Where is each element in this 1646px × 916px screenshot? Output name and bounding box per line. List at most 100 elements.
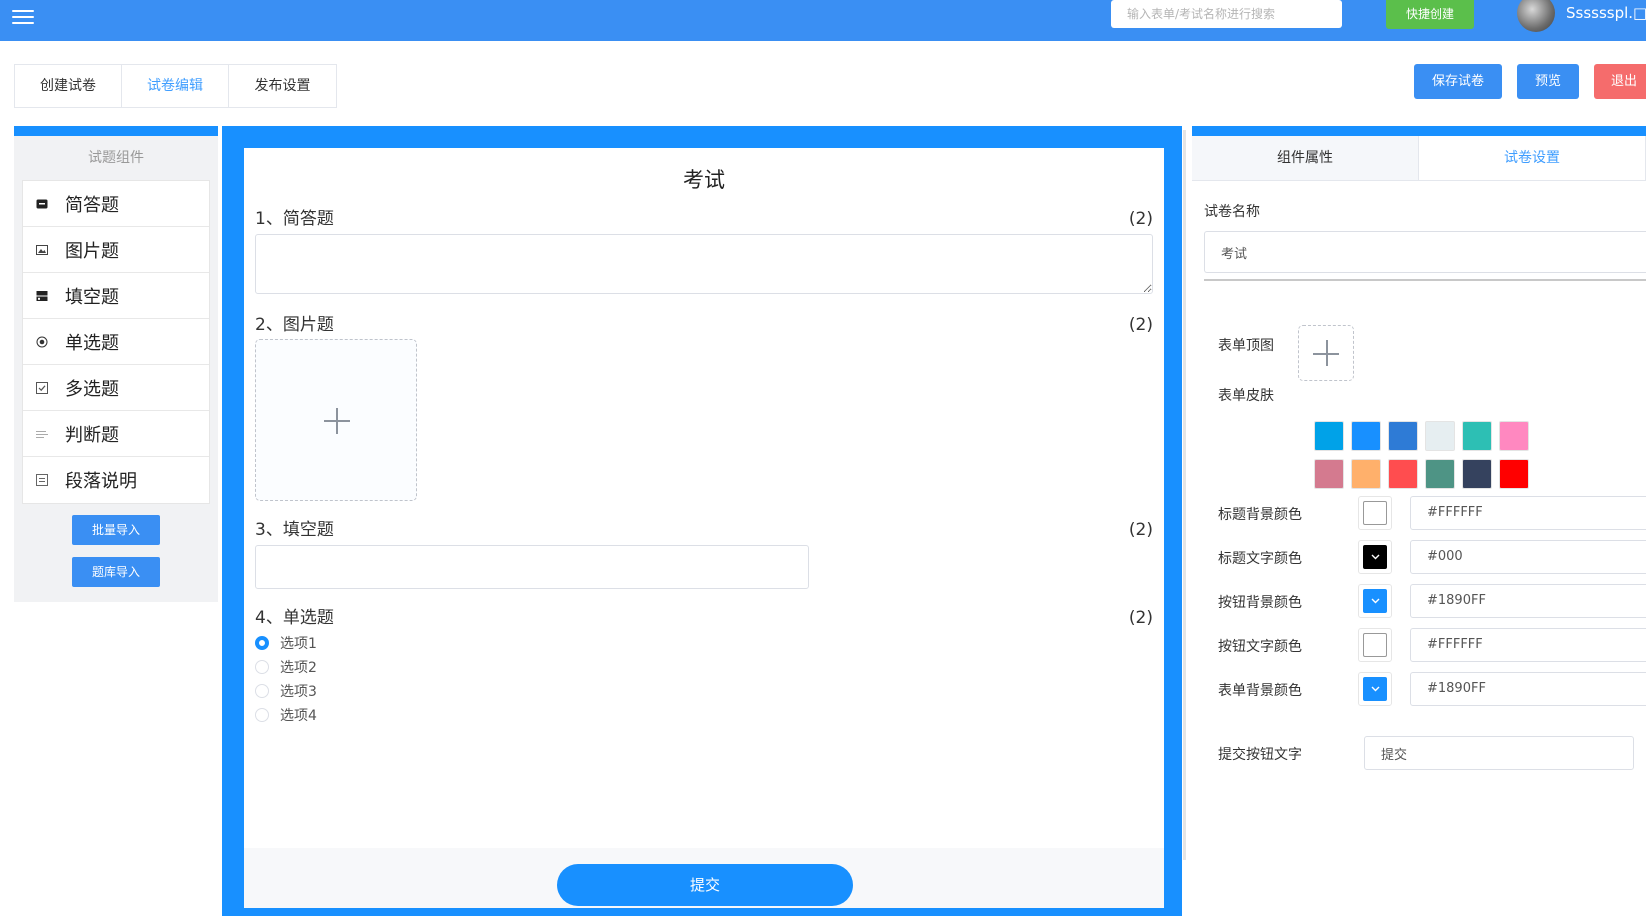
component-multi-choice[interactable]: 多选题 [23, 365, 209, 411]
top-image-upload[interactable] [1298, 325, 1354, 381]
color-swatch [1363, 633, 1387, 657]
color-swatch [1363, 677, 1387, 701]
color-hex-input[interactable]: #000 [1410, 540, 1646, 574]
step-tabs: 创建试卷 试卷编辑 发布设置 [14, 64, 337, 108]
tab-publish-settings[interactable]: 发布设置 [229, 65, 336, 107]
scrollbar[interactable] [1183, 130, 1186, 860]
skin-swatch[interactable] [1499, 459, 1529, 489]
color-picker[interactable] [1358, 540, 1392, 574]
question-title: 1、简答题 [255, 209, 334, 229]
skin-swatch[interactable] [1388, 421, 1418, 451]
skin-swatch[interactable] [1351, 421, 1381, 451]
quick-create-button[interactable]: 快捷创建 [1386, 0, 1474, 29]
tab-edit-paper[interactable]: 试卷编辑 [122, 65, 229, 107]
skin-swatch[interactable] [1425, 459, 1455, 489]
short-answer-icon [35, 197, 49, 211]
color-picker[interactable] [1358, 584, 1392, 618]
color-hex-input[interactable]: #FFFFFF [1410, 628, 1646, 662]
menu-icon[interactable] [12, 6, 34, 26]
color-label: 标题文字颜色 [1218, 551, 1302, 567]
checkbox-icon [35, 381, 49, 395]
option-label: 选项4 [280, 708, 317, 724]
question-title: 3、填空题 [255, 520, 334, 540]
color-picker[interactable] [1358, 628, 1392, 662]
option-label: 选项2 [280, 660, 317, 676]
preview-button[interactable]: 预览 [1517, 64, 1579, 99]
skin-swatch[interactable] [1462, 459, 1492, 489]
component-paragraph[interactable]: 段落说明 [23, 457, 209, 503]
skin-swatch[interactable] [1351, 459, 1381, 489]
username[interactable]: Sssssspl.□ [1566, 4, 1646, 22]
tab-paper-settings[interactable]: 试卷设置 [1419, 136, 1646, 180]
batch-import-button[interactable]: 批量导入 [72, 515, 160, 545]
color-hex-input[interactable]: #1890FF [1410, 672, 1646, 706]
question-short-answer[interactable]: 1、简答题 (2) [255, 206, 1153, 298]
tab-component-props[interactable]: 组件属性 [1192, 136, 1419, 180]
component-label: 多选题 [65, 378, 119, 400]
component-label: 填空题 [65, 286, 119, 308]
skin-swatch[interactable] [1462, 421, 1492, 451]
skin-swatch[interactable] [1499, 421, 1529, 451]
top-image-label: 表单顶图 [1218, 338, 1274, 354]
tab-create-paper[interactable]: 创建试卷 [15, 65, 122, 107]
submit-text-input[interactable] [1364, 736, 1634, 770]
skin-swatch[interactable] [1425, 421, 1455, 451]
skin-swatch[interactable] [1314, 421, 1344, 451]
settings-panel: 组件属性 试卷设置 试卷名称 表单顶图 表单皮肤 标题背景颜色 #FFFFFF 标题… [1192, 126, 1646, 916]
short-answer-textarea[interactable] [255, 234, 1153, 294]
color-picker[interactable] [1358, 672, 1392, 706]
radio-button[interactable] [255, 660, 269, 674]
question-score: (2) [1128, 520, 1153, 540]
divider [1204, 279, 1646, 281]
judge-icon [35, 427, 49, 441]
radio-button[interactable] [255, 684, 269, 698]
avatar[interactable] [1517, 0, 1555, 32]
color-label: 按钮文字颜色 [1218, 639, 1302, 655]
color-hex-input[interactable]: #FFFFFF [1410, 496, 1646, 530]
question-fill-blank[interactable]: 3、填空题 (2) [255, 517, 1153, 589]
question-score: (2) [1128, 608, 1153, 628]
question-title: 4、单选题 [255, 608, 334, 628]
color-swatch [1363, 545, 1387, 569]
radio-option[interactable]: 选项4 [255, 703, 1153, 727]
radio-button[interactable] [255, 708, 269, 722]
paper-name-input[interactable] [1204, 231, 1646, 273]
option-label: 选项3 [280, 684, 317, 700]
component-fill-blank[interactable]: 填空题 [23, 273, 209, 319]
image-upload[interactable] [255, 339, 417, 501]
component-short-answer[interactable]: 简答题 [23, 181, 209, 227]
component-true-false[interactable]: 判断题 [23, 411, 209, 457]
question-title: 2、图片题 [255, 315, 334, 335]
skin-swatch[interactable] [1388, 459, 1418, 489]
question-image[interactable]: 2、图片题 (2) [255, 312, 1153, 501]
fill-blank-input[interactable] [255, 545, 809, 589]
paper-title[interactable]: 考试 [244, 148, 1164, 206]
question-single-choice[interactable]: 4、单选题 (2) 选项1 选项2 选项3 选项4 [255, 605, 1153, 727]
component-single-choice[interactable]: 单选题 [23, 319, 209, 365]
question-score: (2) [1128, 209, 1153, 229]
color-picker[interactable] [1358, 496, 1392, 530]
image-icon [35, 243, 49, 257]
component-label: 图片题 [65, 240, 119, 262]
radio-option[interactable]: 选项1 [255, 631, 1153, 655]
search-input[interactable] [1111, 0, 1342, 28]
paper-preview: 考试 1、简答题 (2) 2、图片题 (2) 3、填空题 (2) 4、单选题 (… [244, 148, 1164, 908]
submit-button[interactable]: 提交 [557, 864, 853, 906]
exit-button[interactable]: 退出 [1594, 64, 1646, 99]
radio-option[interactable]: 选项2 [255, 655, 1153, 679]
component-label: 单选题 [65, 332, 119, 354]
color-label: 表单背景颜色 [1218, 683, 1302, 699]
component-panel-title: 试题组件 [88, 150, 144, 166]
paper-name-label: 试卷名称 [1204, 204, 1260, 220]
component-list: 简答题 图片题 填空题 单选题 多选题 判断题 段落说明 [22, 180, 210, 504]
skin-palette [1314, 421, 1529, 489]
save-paper-button[interactable]: 保存试卷 [1414, 64, 1502, 99]
bank-import-button[interactable]: 题库导入 [72, 557, 160, 587]
color-swatch [1363, 501, 1387, 525]
radio-button[interactable] [255, 636, 269, 650]
color-hex-input[interactable]: #1890FF [1410, 584, 1646, 618]
skin-swatch[interactable] [1314, 459, 1344, 489]
paper-footer: 提交 [244, 848, 1164, 908]
component-image[interactable]: 图片题 [23, 227, 209, 273]
radio-option[interactable]: 选项3 [255, 679, 1153, 703]
